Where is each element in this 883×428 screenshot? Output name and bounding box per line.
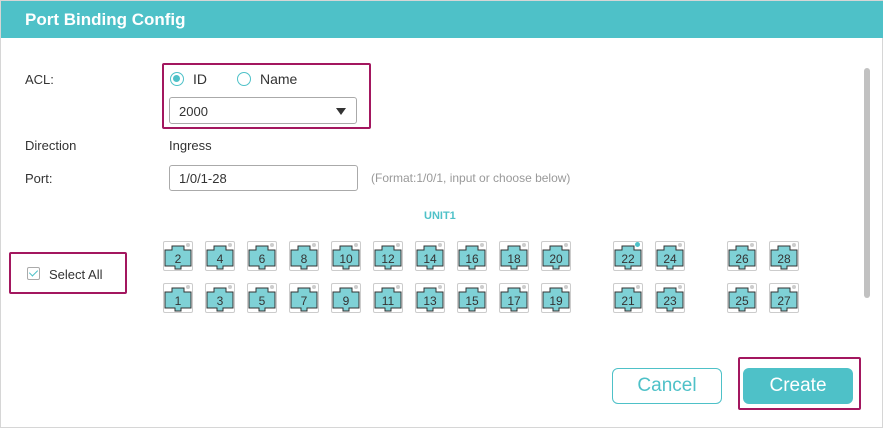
port-number: 19	[549, 294, 563, 308]
port-status-led	[635, 242, 640, 247]
port-number: 20	[549, 252, 563, 266]
acl-highlight-box	[162, 63, 371, 129]
port-12[interactable]: 12	[373, 241, 403, 271]
port-number: 12	[381, 252, 395, 266]
port-number: 10	[339, 252, 353, 266]
port-number: 17	[507, 294, 521, 308]
port-number: 13	[423, 294, 437, 308]
port-status-led	[186, 285, 190, 289]
port-number: 26	[735, 252, 749, 266]
create-highlight-box	[738, 357, 861, 410]
direction-label: Direction	[25, 138, 77, 153]
dialog-title: Port Binding Config	[25, 10, 186, 29]
port-status-led	[792, 243, 796, 247]
port-status-led	[480, 285, 484, 289]
port-14[interactable]: 14	[415, 241, 445, 271]
port-number: 8	[300, 252, 308, 266]
port-status-led	[228, 285, 232, 289]
port-status-led	[186, 243, 190, 247]
port-number: 23	[663, 294, 677, 308]
port-status-led	[522, 285, 526, 289]
port-25[interactable]: 25	[727, 283, 757, 313]
port-number: 14	[423, 252, 437, 266]
port-2[interactable]: 2	[163, 241, 193, 271]
port-status-led	[438, 285, 442, 289]
port-24[interactable]: 24	[655, 241, 685, 271]
port-status-led	[270, 285, 274, 289]
unit-label: UNIT1	[424, 210, 456, 222]
port-13[interactable]: 13	[415, 283, 445, 313]
port-status-led	[678, 285, 682, 289]
port-number: 24	[663, 252, 677, 266]
port-8[interactable]: 8	[289, 241, 319, 271]
port-22[interactable]: 22	[613, 241, 643, 271]
port-11[interactable]: 11	[373, 283, 403, 313]
port-number: 18	[507, 252, 521, 266]
port-21[interactable]: 21	[613, 283, 643, 313]
port-number: 9	[342, 294, 350, 308]
port-label: Port:	[25, 171, 53, 186]
port-status-led	[792, 285, 796, 289]
port-number: 25	[735, 294, 749, 308]
port-number: 4	[216, 252, 224, 266]
port-status-led	[396, 285, 400, 289]
port-6[interactable]: 6	[247, 241, 277, 271]
port-status-led	[438, 243, 442, 247]
port-status-led	[678, 243, 682, 247]
port-26[interactable]: 26	[727, 241, 757, 271]
cancel-button[interactable]: Cancel	[612, 368, 722, 404]
acl-label: ACL:	[25, 72, 54, 87]
port-status-led	[522, 243, 526, 247]
port-15[interactable]: 15	[457, 283, 487, 313]
port-5[interactable]: 5	[247, 283, 277, 313]
port-status-led	[750, 285, 754, 289]
port-number: 11	[381, 294, 395, 308]
port-4[interactable]: 4	[205, 241, 235, 271]
port-status-led	[228, 243, 232, 247]
port-20[interactable]: 20	[541, 241, 571, 271]
port-input[interactable]	[169, 165, 358, 191]
port-7[interactable]: 7	[289, 283, 319, 313]
port-27[interactable]: 27	[769, 283, 799, 313]
port-1[interactable]: 1	[163, 283, 193, 313]
port-status-led	[636, 285, 640, 289]
port-28[interactable]: 28	[769, 241, 799, 271]
port-19[interactable]: 19	[541, 283, 571, 313]
port-status-led	[564, 243, 568, 247]
port-9[interactable]: 9	[331, 283, 361, 313]
port-number: 21	[621, 294, 635, 308]
port-17[interactable]: 17	[499, 283, 529, 313]
port-status-led	[354, 243, 358, 247]
direction-value: Ingress	[169, 138, 212, 153]
port-status-led	[480, 243, 484, 247]
port-number: 28	[777, 252, 791, 266]
port-3[interactable]: 3	[205, 283, 235, 313]
port-number: 16	[465, 252, 479, 266]
port-number: 22	[621, 252, 635, 266]
port-format-hint: (Format:1/0/1, input or choose below)	[371, 171, 571, 185]
port-16[interactable]: 16	[457, 241, 487, 271]
port-status-led	[312, 243, 316, 247]
port-status-led	[564, 285, 568, 289]
port-status-led	[396, 243, 400, 247]
port-status-led	[354, 285, 358, 289]
port-10[interactable]: 10	[331, 241, 361, 271]
port-number: 5	[258, 294, 266, 308]
port-18[interactable]: 18	[499, 241, 529, 271]
select-all-highlight-box	[9, 252, 127, 294]
port-number: 15	[465, 294, 479, 308]
port-number: 7	[300, 294, 308, 308]
scrollbar[interactable]	[864, 68, 870, 298]
port-number: 27	[777, 294, 791, 308]
dialog-title-bar: Port Binding Config	[1, 1, 883, 38]
port-status-led	[312, 285, 316, 289]
port-number: 2	[174, 252, 182, 266]
port-number: 3	[216, 294, 224, 308]
port-status-led	[270, 243, 274, 247]
port-number: 6	[258, 252, 266, 266]
port-status-led	[750, 243, 754, 247]
port-number: 1	[174, 294, 182, 308]
port-binding-dialog: Port Binding Config ACL: ID Name 2000 Di…	[0, 0, 883, 428]
port-23[interactable]: 23	[655, 283, 685, 313]
